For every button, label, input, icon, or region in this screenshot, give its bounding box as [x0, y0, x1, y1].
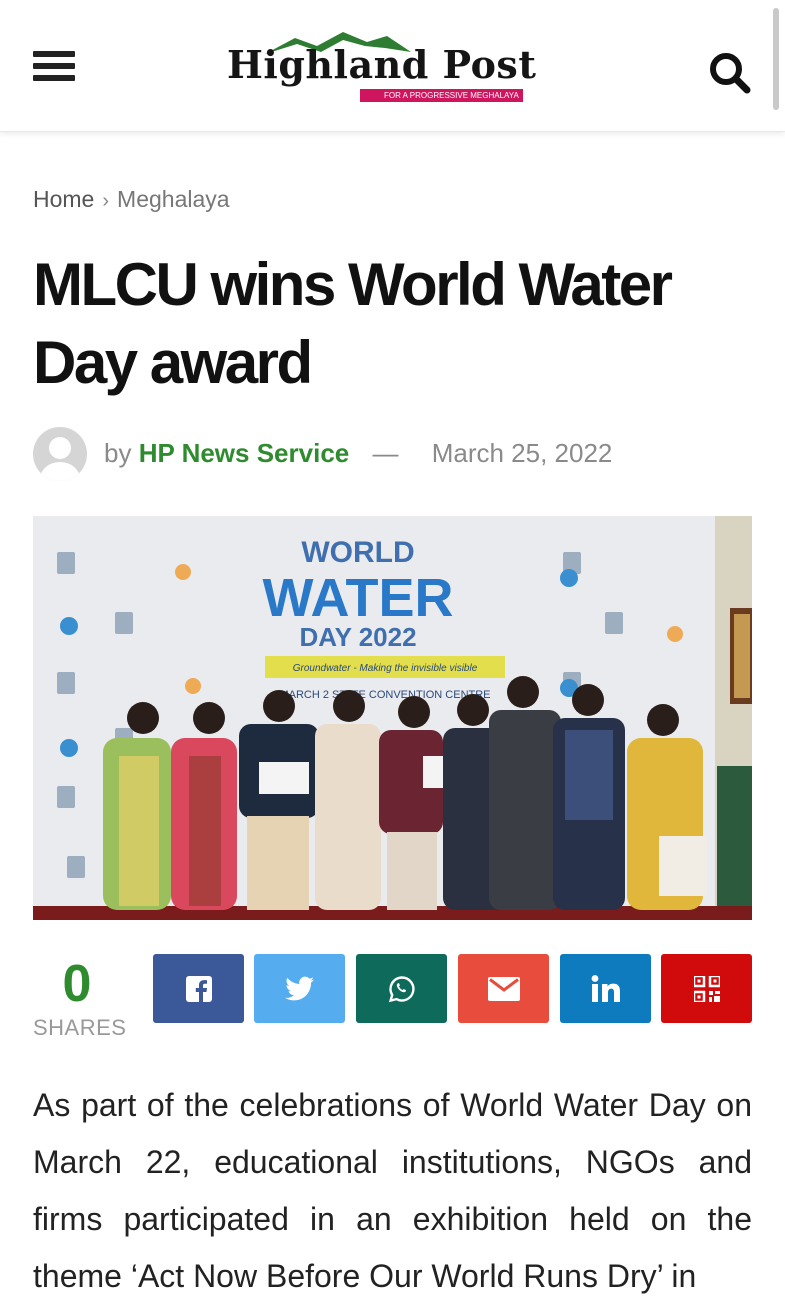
banner-line-world: WORLD — [301, 536, 414, 569]
share-counter: 0 SHARES — [33, 955, 133, 1041]
banner-venue: MARCH 2 STATE CONVENTION CENTRE — [279, 689, 490, 701]
banner-line-water: WATER — [263, 568, 454, 628]
byline-by: by — [104, 438, 132, 468]
linkedin-share-button[interactable] — [560, 954, 651, 1023]
facebook-icon — [185, 975, 212, 1002]
logo-wordmark: Highland Post — [227, 42, 537, 87]
featured-image[interactable]: WORLD WATER DAY 2022 Groundwater - Makin… — [33, 516, 752, 920]
share-count: 0 — [62, 955, 92, 1013]
article-date: March 25, 2022 — [431, 438, 613, 468]
facebook-share-button[interactable] — [153, 954, 244, 1023]
byline-dash: — — [372, 438, 399, 468]
breadcrumb-home-link[interactable]: Home — [33, 186, 94, 212]
author-link[interactable]: HP News Service — [139, 438, 350, 468]
banner-line-day: DAY 2022 — [299, 622, 416, 652]
logo-tagline: FOR A PROGRESSIVE MEGHALAYA — [360, 89, 523, 102]
banner-theme: Groundwater - Making the invisible visib… — [293, 663, 478, 674]
whatsapp-icon — [388, 975, 415, 1002]
email-icon — [487, 976, 520, 1001]
twitter-share-button[interactable] — [254, 954, 345, 1023]
email-share-button[interactable] — [458, 954, 549, 1023]
author-avatar[interactable] — [33, 427, 87, 481]
qr-code-icon — [693, 975, 720, 1002]
site-logo[interactable]: Highland Post FOR A PROGRESSIVE MEGHALAY… — [225, 28, 557, 106]
whatsapp-share-button[interactable] — [356, 954, 447, 1023]
scrollbar[interactable] — [773, 8, 779, 110]
article-body: As part of the celebrations of World Wat… — [33, 1087, 752, 1294]
article-title: MLCU wins World Water Day award — [33, 251, 673, 396]
article-byline: by HP News Service — March 25, 2022 — [104, 438, 612, 469]
breadcrumb-separator: › — [102, 190, 110, 212]
site-header: Highland Post FOR A PROGRESSIVE MEGHALAY… — [0, 0, 785, 132]
breadcrumb-category-link[interactable]: Meghalaya — [117, 186, 230, 212]
qr-code-share-button[interactable] — [661, 954, 752, 1023]
breadcrumb: Home › Meghalaya — [33, 186, 230, 213]
share-label: SHARES — [33, 1015, 127, 1040]
hamburger-menu-icon[interactable] — [33, 51, 75, 85]
linkedin-icon — [591, 974, 620, 1002]
twitter-icon — [284, 976, 314, 1000]
search-icon[interactable] — [705, 48, 753, 94]
